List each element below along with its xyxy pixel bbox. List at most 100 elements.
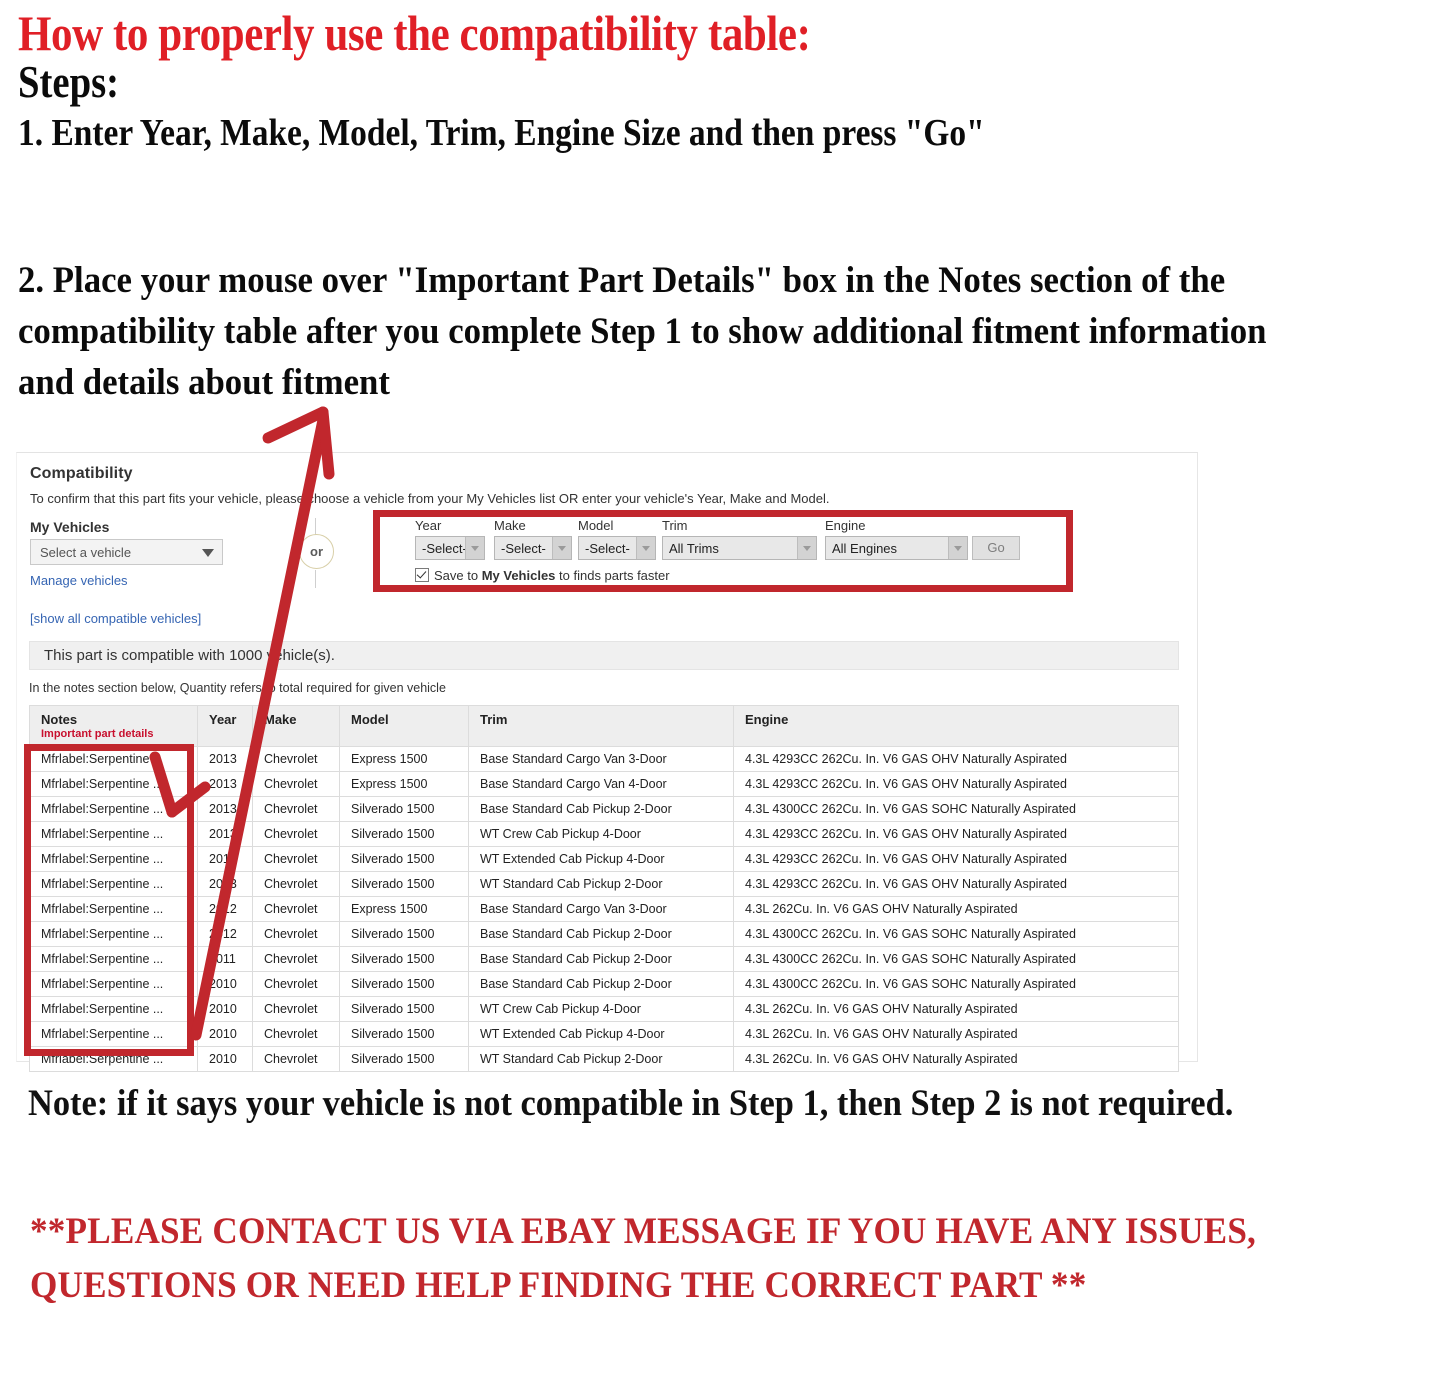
compatibility-table: Notes Important part details Year Make M… — [29, 705, 1179, 1072]
cell-trim: Base Standard Cargo Van 4-Door — [468, 771, 734, 797]
cell-make: Chevrolet — [252, 921, 340, 947]
cell-engine: 4.3L 262Cu. In. V6 GAS OHV Naturally Asp… — [733, 896, 1179, 922]
annotation-box-notes-column — [24, 744, 194, 1056]
table-header-row: Notes Important part details Year Make M… — [29, 705, 1179, 747]
cell-make: Chevrolet — [252, 946, 340, 972]
cell-trim: Base Standard Cargo Van 3-Door — [468, 896, 734, 922]
cell-model: Silverado 1500 — [339, 796, 469, 822]
cell-year: 2010 — [197, 996, 253, 1022]
cell-year: 2012 — [197, 896, 253, 922]
cell-engine: 4.3L 4300CC 262Cu. In. V6 GAS SOHC Natur… — [733, 971, 1179, 997]
or-divider: or — [290, 518, 342, 588]
cell-engine: 4.3L 4293CC 262Cu. In. V6 GAS OHV Natura… — [733, 871, 1179, 897]
cell-model: Express 1500 — [339, 771, 469, 797]
table-row[interactable]: Mfrlabel:Serpentine ... 2013 Chevrolet Expr… — [29, 771, 1179, 797]
cell-make: Chevrolet — [252, 971, 340, 997]
cell-year: 2012 — [197, 921, 253, 947]
table-row[interactable]: Mfrlabel:Serpentine ... 2012 Chevrolet Silv… — [29, 921, 1179, 947]
my-vehicles-select-value: Select a vehicle — [40, 545, 132, 560]
cell-year: 2011 — [197, 946, 253, 972]
table-row[interactable]: Mfrlabel:Serpentine ... 2010 Chevrolet Silv… — [29, 996, 1179, 1022]
cell-year: 2013 — [197, 746, 253, 772]
cell-model: Silverado 1500 — [339, 846, 469, 872]
cell-engine: 4.3L 262Cu. In. V6 GAS OHV Naturally Asp… — [733, 1021, 1179, 1047]
cell-engine: 4.3L 4300CC 262Cu. In. V6 GAS SOHC Natur… — [733, 946, 1179, 972]
cell-trim: WT Extended Cab Pickup 4-Door — [468, 1021, 734, 1047]
or-line-bottom — [315, 570, 316, 588]
cell-make: Chevrolet — [252, 746, 340, 772]
cell-engine: 4.3L 4293CC 262Cu. In. V6 GAS OHV Natura… — [733, 821, 1179, 847]
cell-model: Silverado 1500 — [339, 946, 469, 972]
cell-model: Silverado 1500 — [339, 996, 469, 1022]
instructions-header: How to properly use the compatibility ta… — [18, 8, 1418, 154]
cell-model: Silverado 1500 — [339, 921, 469, 947]
table-row[interactable]: Mfrlabel:Serpentine ... 2012 Chevrolet Expr… — [29, 896, 1179, 922]
table-row[interactable]: Mfrlabel:Serpentine ... 2011 Chevrolet Silv… — [29, 946, 1179, 972]
cell-model: Silverado 1500 — [339, 1021, 469, 1047]
cell-trim: WT Crew Cab Pickup 4-Door — [468, 996, 734, 1022]
table-row[interactable]: Mfrlabel:Serpentine ... 2010 Chevrolet Silv… — [29, 1021, 1179, 1047]
cell-year: 2013 — [197, 871, 253, 897]
cell-trim: WT Standard Cab Pickup 2-Door — [468, 871, 734, 897]
cell-model: Silverado 1500 — [339, 1046, 469, 1072]
cell-make: Chevrolet — [252, 1021, 340, 1047]
cell-trim: WT Crew Cab Pickup 4-Door — [468, 821, 734, 847]
header-important-part-details: Important part details — [41, 728, 154, 740]
header-trim: Trim — [468, 705, 734, 747]
cell-model: Express 1500 — [339, 896, 469, 922]
header-model: Model — [339, 705, 469, 747]
table-row[interactable]: Mfrlabel:Serpentine ... 2013 Chevrolet Silv… — [29, 846, 1179, 872]
cell-year: 2013 — [197, 846, 253, 872]
compatible-count-message: This part is compatible with 1000 vehicl… — [29, 641, 1179, 670]
cell-make: Chevrolet — [252, 771, 340, 797]
cell-engine: 4.3L 4293CC 262Cu. In. V6 GAS OHV Natura… — [733, 746, 1179, 772]
show-all-compatible-vehicles-link[interactable]: [show all compatible vehicles] — [30, 611, 201, 626]
cell-model: Silverado 1500 — [339, 871, 469, 897]
cell-make: Chevrolet — [252, 996, 340, 1022]
table-row[interactable]: Mfrlabel:Serpentine ... 2013 Chevrolet Silv… — [29, 821, 1179, 847]
step-1-text: 1. Enter Year, Make, Model, Trim, Engine… — [18, 111, 985, 154]
cell-engine: 4.3L 4300CC 262Cu. In. V6 GAS SOHC Natur… — [733, 921, 1179, 947]
cell-year: 2010 — [197, 1021, 253, 1047]
table-row[interactable]: Mfrlabel:Serpentine ... 2013 Chevrolet Silv… — [29, 871, 1179, 897]
steps-label: Steps: — [18, 57, 120, 107]
cell-make: Chevrolet — [252, 871, 340, 897]
table-row[interactable]: Mfrlabel:Serpentine ... 2013 Chevrolet Silv… — [29, 796, 1179, 822]
header-engine: Engine — [733, 705, 1179, 747]
cell-model: Silverado 1500 — [339, 971, 469, 997]
cell-make: Chevrolet — [252, 846, 340, 872]
cell-year: 2013 — [197, 771, 253, 797]
compatibility-heading: Compatibility — [30, 465, 133, 482]
annotation-box-selector-form — [373, 510, 1073, 592]
manage-vehicles-link[interactable]: Manage vehicles — [30, 573, 128, 588]
compatibility-table-body: Mfrlabel:Serpentine ... 2013 Chevrolet Expr… — [29, 746, 1179, 1072]
cell-make: Chevrolet — [252, 1046, 340, 1072]
page-title: How to properly use the compatibility ta… — [18, 5, 811, 61]
cell-trim: Base Standard Cab Pickup 2-Door — [468, 921, 734, 947]
cell-trim: Base Standard Cab Pickup 2-Door — [468, 971, 734, 997]
cell-year: 2010 — [197, 971, 253, 997]
cell-make: Chevrolet — [252, 821, 340, 847]
cell-year: 2013 — [197, 796, 253, 822]
header-year: Year — [197, 705, 253, 747]
contact-notice-text: **PLEASE CONTACT US VIA EBAY MESSAGE IF … — [30, 1211, 1257, 1306]
bottom-note-text: Note: if it says your vehicle is not com… — [28, 1083, 1234, 1124]
quantity-hint-text: In the notes section below, Quantity ref… — [29, 681, 446, 695]
cell-engine: 4.3L 4293CC 262Cu. In. V6 GAS OHV Natura… — [733, 846, 1179, 872]
my-vehicles-select[interactable]: Select a vehicle — [30, 539, 223, 565]
cell-year: 2010 — [197, 1046, 253, 1072]
cell-trim: Base Standard Cab Pickup 2-Door — [468, 946, 734, 972]
cell-make: Chevrolet — [252, 896, 340, 922]
cell-year: 2013 — [197, 821, 253, 847]
or-label: or — [299, 534, 334, 569]
step-2-text: 2. Place your mouse over "Important Part… — [18, 260, 1267, 404]
cell-model: Express 1500 — [339, 746, 469, 772]
table-row[interactable]: Mfrlabel:Serpentine ... 2010 Chevrolet Silv… — [29, 971, 1179, 997]
table-row[interactable]: Mfrlabel:Serpentine ... 2013 Chevrolet Expr… — [29, 746, 1179, 772]
table-row[interactable]: Mfrlabel:Serpentine ... 2010 Chevrolet Silv… — [29, 1046, 1179, 1072]
cell-trim: WT Extended Cab Pickup 4-Door — [468, 846, 734, 872]
cell-engine: 4.3L 4293CC 262Cu. In. V6 GAS OHV Natura… — [733, 771, 1179, 797]
compatibility-subtitle: To confirm that this part fits your vehi… — [30, 491, 830, 506]
header-notes: Notes Important part details — [29, 705, 198, 747]
header-notes-label: Notes — [41, 712, 78, 727]
